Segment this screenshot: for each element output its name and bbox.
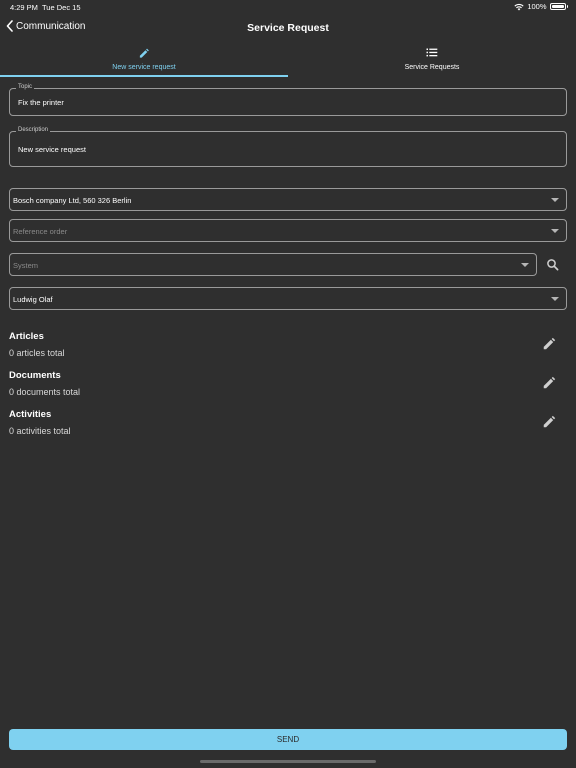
tab-service-requests[interactable]: Service Requests [288,44,576,75]
page-title: Service Request [247,22,329,34]
description-label: Description [16,127,51,133]
contact-value: Ludwig Olaf [13,295,53,304]
home-indicator [200,760,376,763]
list-icon [426,48,438,57]
pencil-icon [543,376,556,389]
status-date: Tue Dec 15 [42,3,81,12]
documents-count: 0 documents total [9,387,81,397]
dropdown-arrow-icon [551,198,559,202]
battery-percent: 100% [527,2,547,11]
articles-section: Articles 0 articles total [9,331,567,365]
pencil-icon [139,48,149,58]
navigation-bar: Communication Service Request [0,14,576,42]
system-placeholder: System [13,261,39,270]
edit-activities-button[interactable] [542,415,556,429]
status-indicators: 100% [514,2,568,11]
battery-icon [549,3,566,10]
tab-new-service-request[interactable]: New service request [0,44,288,77]
status-time: 4:29 PM [10,3,38,12]
battery-tip [566,5,568,8]
topic-value: Fix the printer [18,98,64,107]
activities-title: Activities [9,409,52,420]
articles-title: Articles [9,331,44,342]
documents-title: Documents [9,370,61,381]
search-button[interactable] [545,257,561,273]
wifi-icon [514,3,524,10]
dropdown-arrow-icon [551,229,559,233]
contact-select[interactable]: Ludwig Olaf [9,287,567,310]
company-select[interactable]: Bosch company Ltd, 560 326 Berlin [9,188,567,211]
tab-new-service-request-label: New service request [112,64,176,71]
pencil-icon [543,415,556,428]
tab-bar: New service request Service Requests [0,44,576,77]
status-bar: 4:29 PM Tue Dec 15 100% [0,0,576,14]
search-icon [547,259,559,271]
dropdown-arrow-icon [551,297,559,301]
description-value: New service request [18,145,86,154]
system-select[interactable]: System [9,253,537,276]
pencil-icon [543,337,556,350]
tab-service-requests-label: Service Requests [404,64,460,71]
topic-field[interactable]: Topic Fix the printer [9,84,567,116]
company-value: Bosch company Ltd, 560 326 Berlin [13,196,132,205]
edit-articles-button[interactable] [542,337,556,351]
edit-documents-button[interactable] [542,376,556,390]
send-button[interactable]: SEND [9,729,567,750]
documents-section: Documents 0 documents total [9,370,567,404]
reference-order-placeholder: Reference order [13,227,68,236]
activities-section: Activities 0 activities total [9,409,567,443]
topic-label: Topic [16,84,35,90]
activities-count: 0 activities total [9,426,71,436]
dropdown-arrow-icon [521,263,529,267]
articles-count: 0 articles total [9,348,65,358]
description-field[interactable]: Description New service request [9,127,567,167]
reference-order-select[interactable]: Reference order [9,219,567,242]
